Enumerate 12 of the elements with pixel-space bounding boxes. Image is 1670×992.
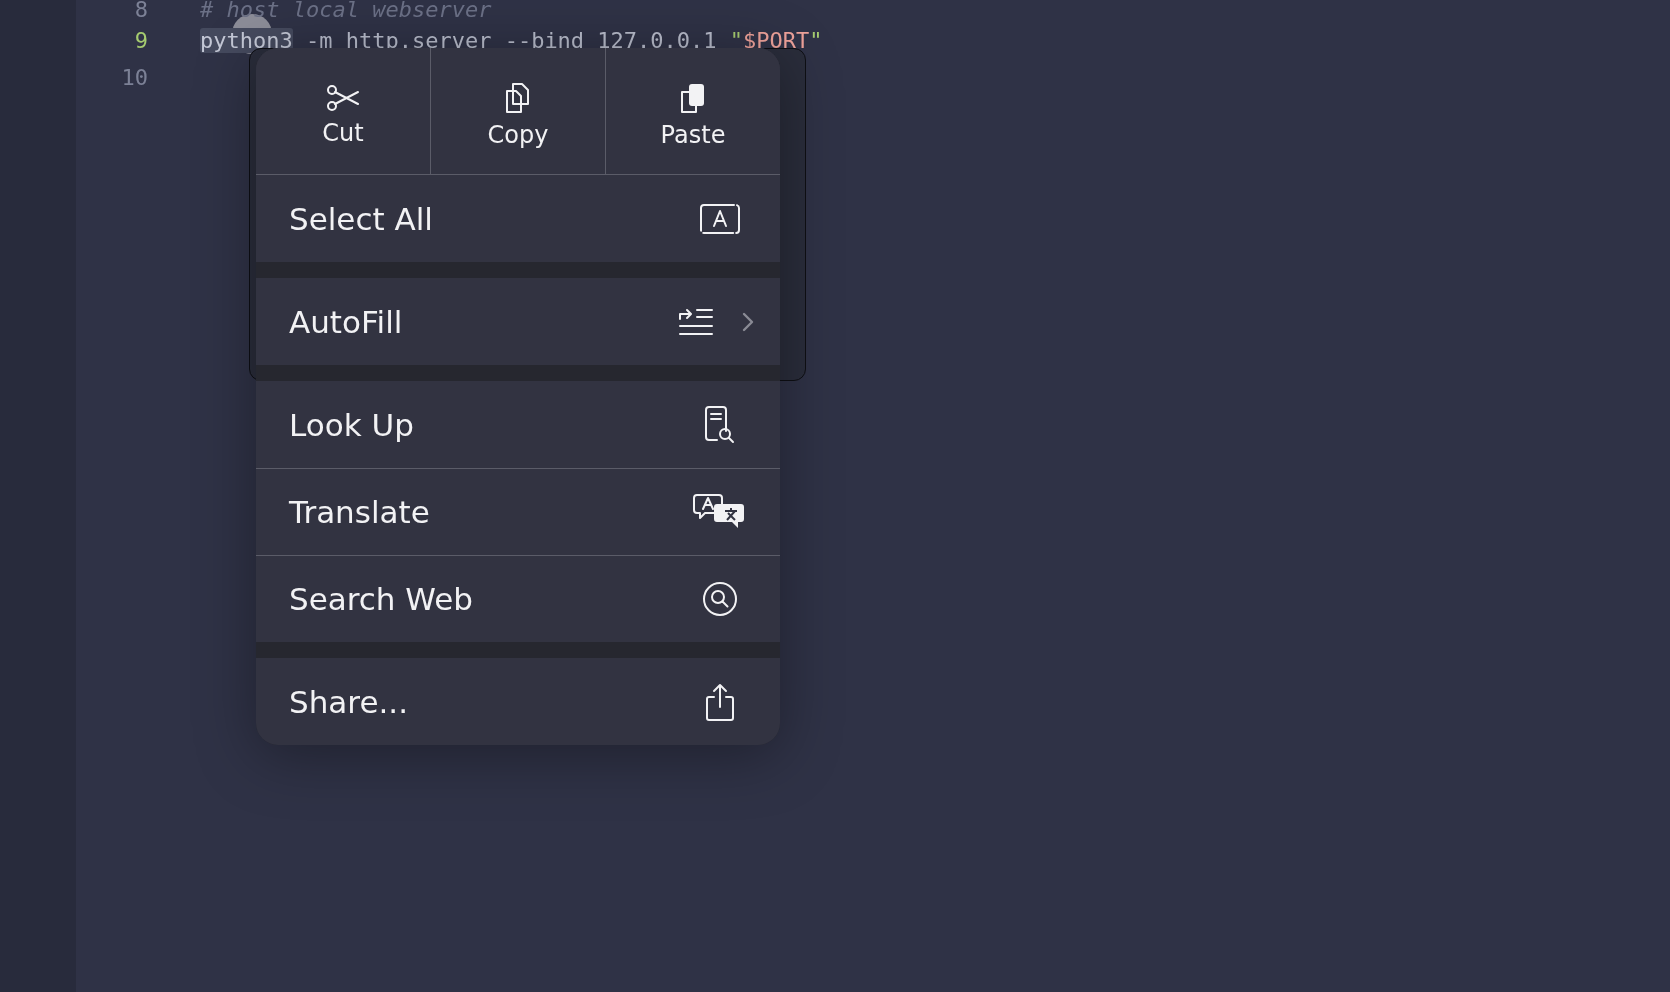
code-token: python3 xyxy=(200,28,293,53)
search-icon xyxy=(701,580,739,618)
share-icon xyxy=(703,681,737,722)
line-number: 10 xyxy=(120,65,148,90)
text-box-icon xyxy=(699,202,741,235)
menu-action-button[interactable]: Copy xyxy=(430,48,605,174)
line-number: 9 xyxy=(133,28,148,53)
code-comment: # host local webserver xyxy=(200,0,492,22)
code-token: " xyxy=(809,28,823,53)
menu-action-button[interactable]: Paste xyxy=(605,48,780,174)
line-number: 8 xyxy=(133,0,148,22)
scissors-icon xyxy=(326,83,360,113)
